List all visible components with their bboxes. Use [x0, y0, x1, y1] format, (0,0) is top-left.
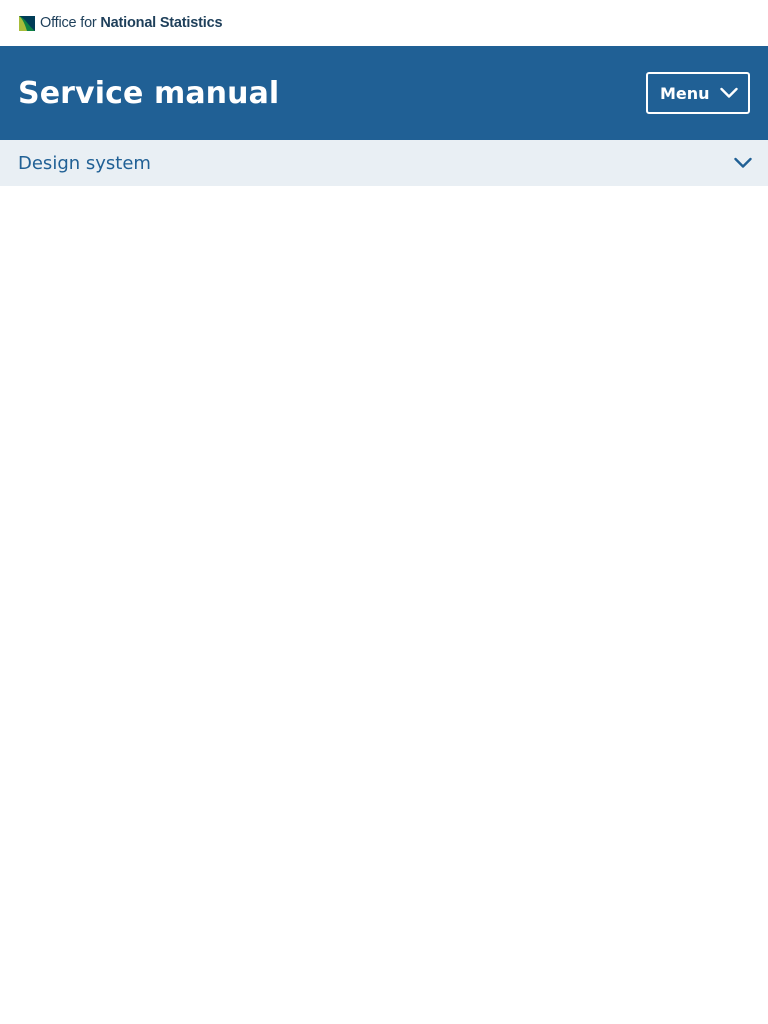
top-bar: Office for National Statistics [0, 0, 768, 46]
chevron-down-icon[interactable] [734, 154, 752, 173]
section-nav-toggle[interactable]: Design system [0, 140, 768, 186]
page-title: Service manual [18, 75, 280, 111]
menu-button-label: Menu [660, 83, 710, 103]
ons-logo-text: Office for National Statistics [40, 15, 223, 31]
section-nav-label: Design system [18, 152, 151, 174]
site-header: Service manual Menu [0, 46, 768, 140]
main-content [0, 186, 768, 1024]
chevron-down-icon [720, 84, 738, 103]
ons-logo-icon [18, 15, 36, 32]
menu-button[interactable]: Menu [646, 72, 750, 114]
brand-text-light: Office for [40, 15, 97, 31]
brand-text-bold: National Statistics [100, 15, 223, 31]
ons-logo-link[interactable]: Office for National Statistics [18, 15, 223, 32]
